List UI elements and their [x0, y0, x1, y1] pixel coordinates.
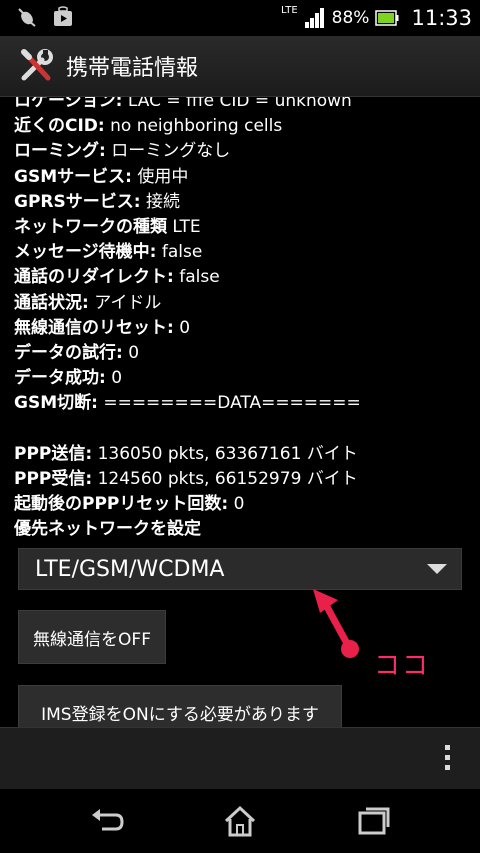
- bug-icon: [18, 8, 36, 27]
- action-bar: 携帯電話情報: [0, 36, 480, 97]
- page-title: 携帯電話情報: [66, 56, 199, 81]
- lte-label: LTE: [281, 4, 298, 16]
- annotation-arrow-icon: [313, 589, 359, 658]
- back-icon[interactable]: [88, 803, 128, 839]
- clock: 11:33: [411, 6, 472, 30]
- signal-icon: [304, 8, 324, 28]
- phone-info-content[interactable]: ロケーション: LAC = fffe CID = unknown 近くのCID:…: [0, 97, 480, 727]
- overflow-menu-icon[interactable]: [444, 745, 452, 775]
- status-bar: LTE 88% 11:33: [0, 0, 480, 36]
- home-icon[interactable]: [220, 803, 260, 839]
- recent-apps-icon[interactable]: [354, 803, 394, 839]
- play-store-icon: [54, 6, 72, 26]
- battery-percent: 88%: [331, 8, 370, 28]
- annotation-text: ココ: [374, 651, 431, 681]
- battery-icon: [375, 10, 399, 26]
- bottom-action-bar: [0, 727, 480, 790]
- navigation-bar: [0, 789, 480, 853]
- tools-icon[interactable]: [18, 48, 54, 84]
